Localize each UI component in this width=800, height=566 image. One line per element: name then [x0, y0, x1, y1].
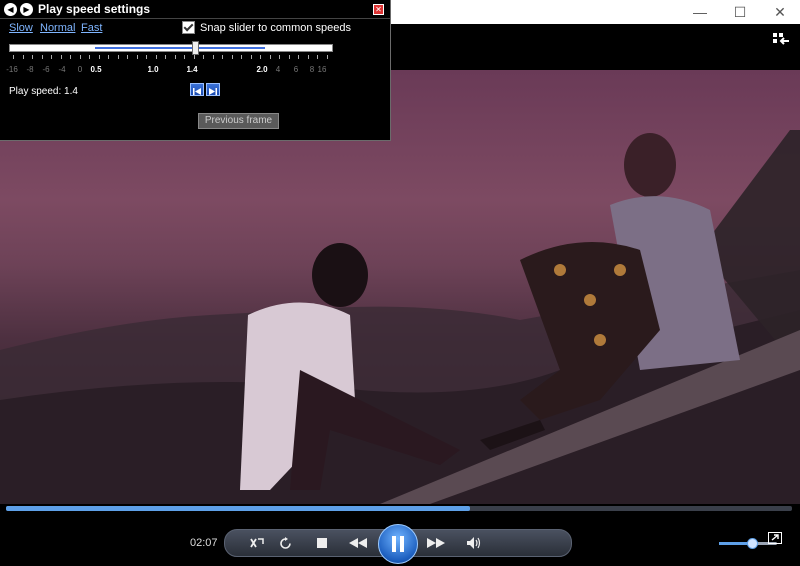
switch-to-compact-icon[interactable]	[768, 532, 782, 544]
slider-tick	[317, 55, 318, 59]
play-speed-slider-thumb[interactable]	[192, 41, 199, 55]
player-controls: 02:07	[0, 512, 800, 566]
slider-tick	[165, 55, 166, 59]
speaker-icon	[467, 537, 481, 549]
next-button[interactable]	[421, 530, 451, 556]
slider-tick	[241, 55, 242, 59]
switch-to-library-icon[interactable]	[772, 32, 790, 48]
pause-icon	[392, 536, 404, 552]
snap-slider-label: Snap slider to common speeds	[200, 21, 352, 34]
slider-tick	[51, 55, 52, 59]
slider-tick	[212, 55, 214, 59]
slider-tick	[146, 55, 147, 59]
slider-tick	[32, 55, 33, 59]
slider-tick	[79, 55, 81, 59]
play-speed-dialog: ◀ ▶ Play speed settings ✕ Slow Normal Fa…	[0, 0, 391, 141]
dialog-title-bar: ◀ ▶ Play speed settings ✕	[0, 0, 390, 19]
minimize-button[interactable]: —	[680, 0, 720, 24]
chevron-left-icon: ◀	[7, 5, 14, 14]
slider-tick	[174, 55, 176, 59]
shuffle-icon	[250, 538, 264, 548]
slider-tick	[70, 55, 71, 59]
dialog-forward-button[interactable]: ▶	[20, 3, 33, 16]
slider-tick	[203, 55, 204, 59]
slider-tick	[127, 55, 128, 59]
normal-link[interactable]: Normal	[40, 22, 75, 34]
mute-button[interactable]	[465, 530, 483, 556]
slider-tick	[108, 55, 109, 59]
slider-tick	[184, 55, 185, 59]
play-speed-slider-range	[95, 47, 265, 49]
fast-forward-icon	[427, 538, 445, 548]
tick-label: -6	[42, 65, 50, 74]
shuffle-button[interactable]	[247, 530, 267, 556]
tick-label: 0	[77, 65, 83, 74]
snap-slider-checkbox-row[interactable]: Snap slider to common speeds	[182, 21, 351, 34]
slider-tick	[260, 55, 261, 59]
rewind-icon	[349, 538, 367, 548]
slider-tick	[231, 55, 233, 59]
tick-label: 1.4	[186, 65, 198, 74]
stop-icon	[317, 538, 327, 548]
slider-tick	[117, 55, 119, 59]
dialog-title: Play speed settings	[38, 2, 151, 16]
snap-slider-checkbox[interactable]	[182, 21, 195, 34]
dialog-back-button[interactable]: ◀	[4, 3, 17, 16]
play-speed-slider[interactable]	[9, 41, 333, 55]
tick-label: 2.0	[256, 65, 268, 74]
volume-slider-thumb[interactable]	[746, 538, 758, 549]
seek-bar-progress	[6, 506, 470, 511]
previous-button[interactable]	[343, 530, 373, 556]
tick-label: 6	[293, 65, 299, 74]
tick-label: -8	[26, 65, 34, 74]
slider-tick	[136, 55, 138, 59]
play-speed-readout: Play speed: 1.4	[9, 86, 78, 97]
repeat-button[interactable]	[275, 530, 295, 556]
tick-label: 8	[309, 65, 315, 74]
slider-tick	[326, 55, 328, 59]
elapsed-time: 02:07	[190, 537, 218, 549]
slider-tick	[60, 55, 62, 59]
slider-tick	[41, 55, 43, 59]
slow-link[interactable]: Slow	[9, 22, 33, 34]
slider-tick	[222, 55, 223, 59]
repeat-icon	[279, 536, 291, 549]
slider-tick	[22, 55, 24, 59]
slider-tick	[155, 55, 157, 59]
step-forward-button[interactable]	[206, 83, 220, 96]
tick-label: 4	[275, 65, 281, 74]
step-forward-icon	[209, 88, 217, 95]
tick-label: -16	[6, 65, 18, 74]
slider-tick	[89, 55, 90, 59]
pause-button[interactable]	[378, 524, 418, 564]
tick-label: 16	[317, 65, 327, 74]
tick-label: -4	[58, 65, 66, 74]
maximize-button[interactable]: ☐	[720, 0, 760, 24]
slider-tick	[98, 55, 100, 59]
slider-tick	[193, 55, 195, 59]
close-button[interactable]: ✕	[760, 0, 800, 24]
slider-tick	[13, 55, 14, 59]
fast-link[interactable]: Fast	[81, 22, 102, 34]
previous-frame-button[interactable]: Previous frame	[198, 113, 279, 129]
seek-bar[interactable]	[6, 506, 792, 511]
slider-tick	[250, 55, 252, 59]
slider-tick	[288, 55, 290, 59]
slider-tick	[269, 55, 271, 59]
slider-tick	[298, 55, 299, 59]
slider-tick	[307, 55, 309, 59]
slider-tick	[279, 55, 280, 59]
step-back-icon	[193, 88, 201, 95]
play-speed-ticks	[9, 55, 333, 61]
stop-button[interactable]	[313, 530, 331, 556]
step-back-button[interactable]	[190, 83, 204, 96]
dialog-close-button[interactable]: ✕	[373, 4, 384, 15]
tick-label: 1.0	[147, 65, 159, 74]
chevron-right-icon: ▶	[23, 5, 30, 14]
tick-label: 0.5	[90, 65, 102, 74]
